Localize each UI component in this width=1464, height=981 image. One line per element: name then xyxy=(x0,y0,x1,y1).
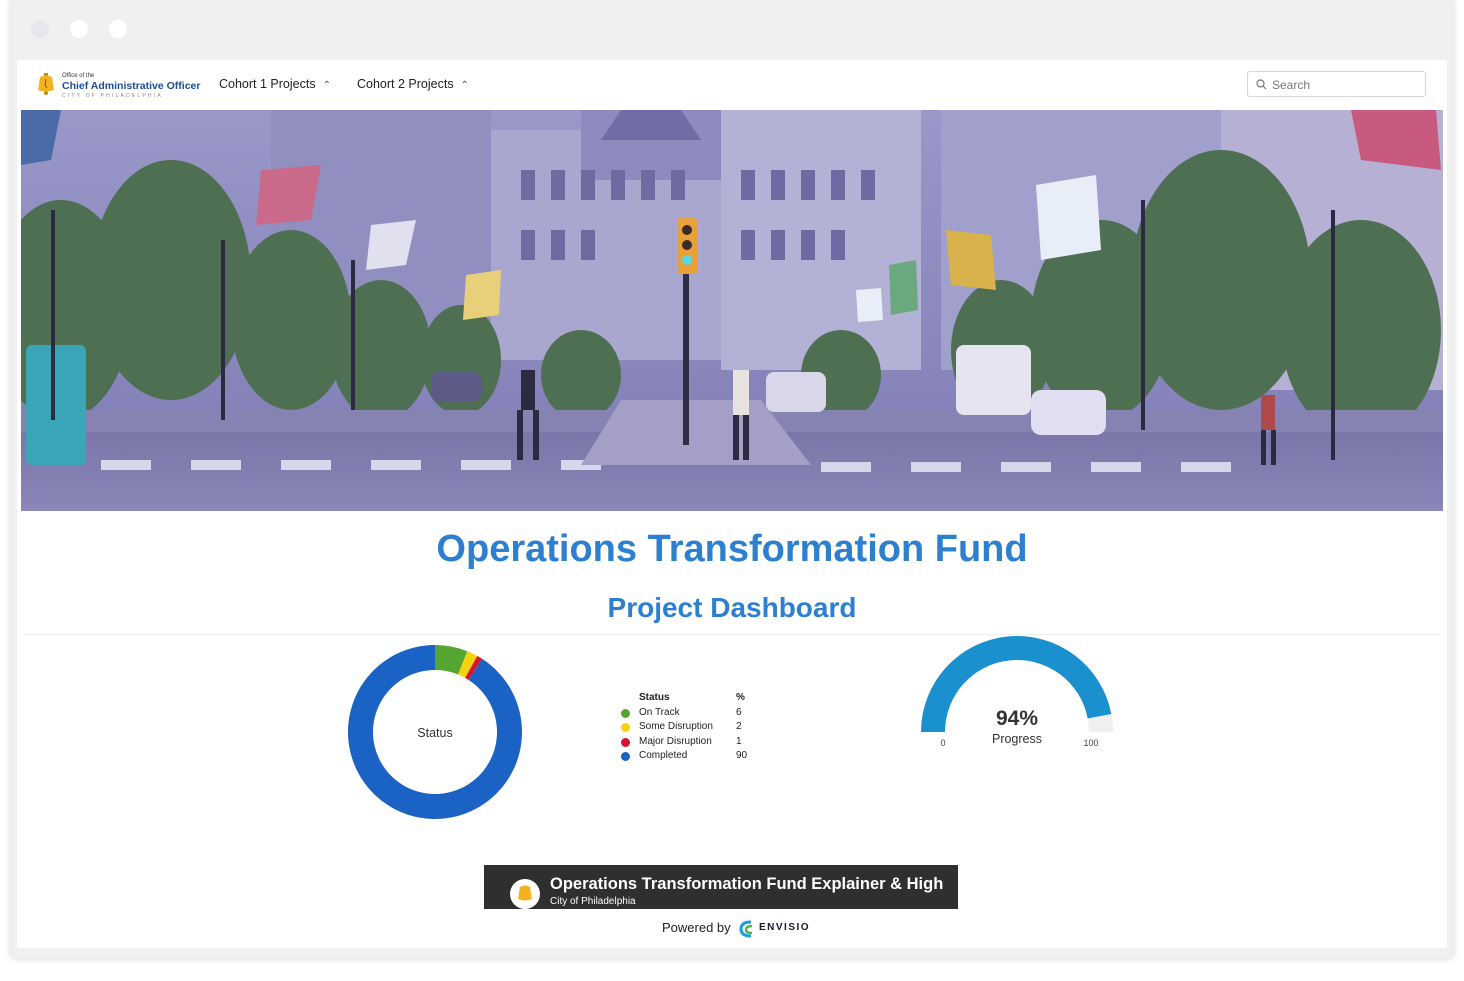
video-title[interactable]: Operations Transformation Fund Explainer… xyxy=(550,875,943,894)
legend-header-status: Status xyxy=(639,692,670,703)
section-divider xyxy=(23,634,1441,635)
window-maximize-button[interactable] xyxy=(109,20,127,38)
legend-header-percent: % xyxy=(736,692,745,703)
nav-cohort-2-projects[interactable]: Cohort 2 Projects ⌃ xyxy=(357,77,469,91)
logo-line-1: Office of the xyxy=(62,73,95,79)
page-title: Operations Transformation Fund xyxy=(436,528,1028,570)
gauge-value: 94% xyxy=(996,707,1038,730)
legend-swatch xyxy=(621,737,630,747)
legend-row[interactable]: Completed 90 xyxy=(619,750,759,765)
hero-banner xyxy=(21,110,1443,511)
liberty-bell-icon xyxy=(518,885,532,901)
legend-swatch xyxy=(621,752,630,761)
envisio-icon xyxy=(739,920,753,938)
legend-swatch xyxy=(621,708,630,718)
legend-row[interactable]: Major Disruption 1 xyxy=(619,736,759,751)
nav-cohort-1-label: Cohort 1 Projects xyxy=(219,77,316,91)
search-icon xyxy=(1256,79,1267,90)
legend-row[interactable]: Some Disruption 2 xyxy=(619,721,759,736)
logo-line-2: Chief Administrative Officer xyxy=(62,80,201,92)
search-input[interactable] xyxy=(1270,75,1424,95)
donut-center-label: Status xyxy=(417,726,452,740)
gauge-max-label: 100 xyxy=(1083,738,1098,748)
page-subtitle: Project Dashboard xyxy=(607,592,857,623)
chevron-up-icon: ⌃ xyxy=(322,80,331,91)
legend-label: Major Disruption xyxy=(639,735,712,747)
gauge-label: Progress xyxy=(992,732,1042,746)
liberty-bell-icon xyxy=(38,73,54,95)
envisio-logo[interactable]: ENVISIO xyxy=(737,919,809,939)
city-street-banner-image xyxy=(21,110,1443,511)
gauge-min-label: 0 xyxy=(940,738,945,748)
powered-by-label: Powered by xyxy=(662,920,731,935)
window-close-button[interactable] xyxy=(31,20,49,38)
legend-row[interactable]: On Track 6 xyxy=(619,707,759,722)
page: Office of the Chief Administrative Offic… xyxy=(17,60,1447,948)
legend-value: 90 xyxy=(736,750,748,761)
legend-swatch xyxy=(621,723,630,732)
legend-label: On Track xyxy=(639,706,680,718)
cao-logo[interactable]: Office of the Chief Administrative Offic… xyxy=(35,70,200,102)
legend-header: Status % xyxy=(619,692,759,707)
search-box[interactable] xyxy=(1247,71,1426,97)
status-donut-chart[interactable]: Status xyxy=(347,644,523,820)
video-embed[interactable]: Operations Transformation Fund Explainer… xyxy=(484,865,958,909)
nav-cohort-2-label: Cohort 2 Projects xyxy=(357,77,454,91)
status-legend: Status % On Track 6 Some Disruption 2 Major … xyxy=(619,692,759,765)
envisio-brand: ENVISIO xyxy=(759,922,811,933)
channel-avatar[interactable] xyxy=(510,879,540,909)
legend-value: 6 xyxy=(736,706,742,718)
legend-value: 2 xyxy=(736,721,742,732)
nav-cohort-1-projects[interactable]: Cohort 1 Projects ⌃ xyxy=(219,77,331,91)
legend-label: Some Disruption xyxy=(639,721,713,732)
legend-value: 1 xyxy=(736,735,742,747)
progress-gauge[interactable]: 94% Progress 0 100 xyxy=(907,634,1127,754)
top-nav: Office of the Chief Administrative Offic… xyxy=(17,60,1447,110)
chevron-up-icon: ⌃ xyxy=(460,80,469,91)
legend-label: Completed xyxy=(639,750,688,761)
video-channel[interactable]: City of Philadelphia xyxy=(550,896,636,907)
logo-line-3: CITY OF PHILADELPHIA xyxy=(62,93,163,99)
window-minimize-button[interactable] xyxy=(70,20,88,38)
